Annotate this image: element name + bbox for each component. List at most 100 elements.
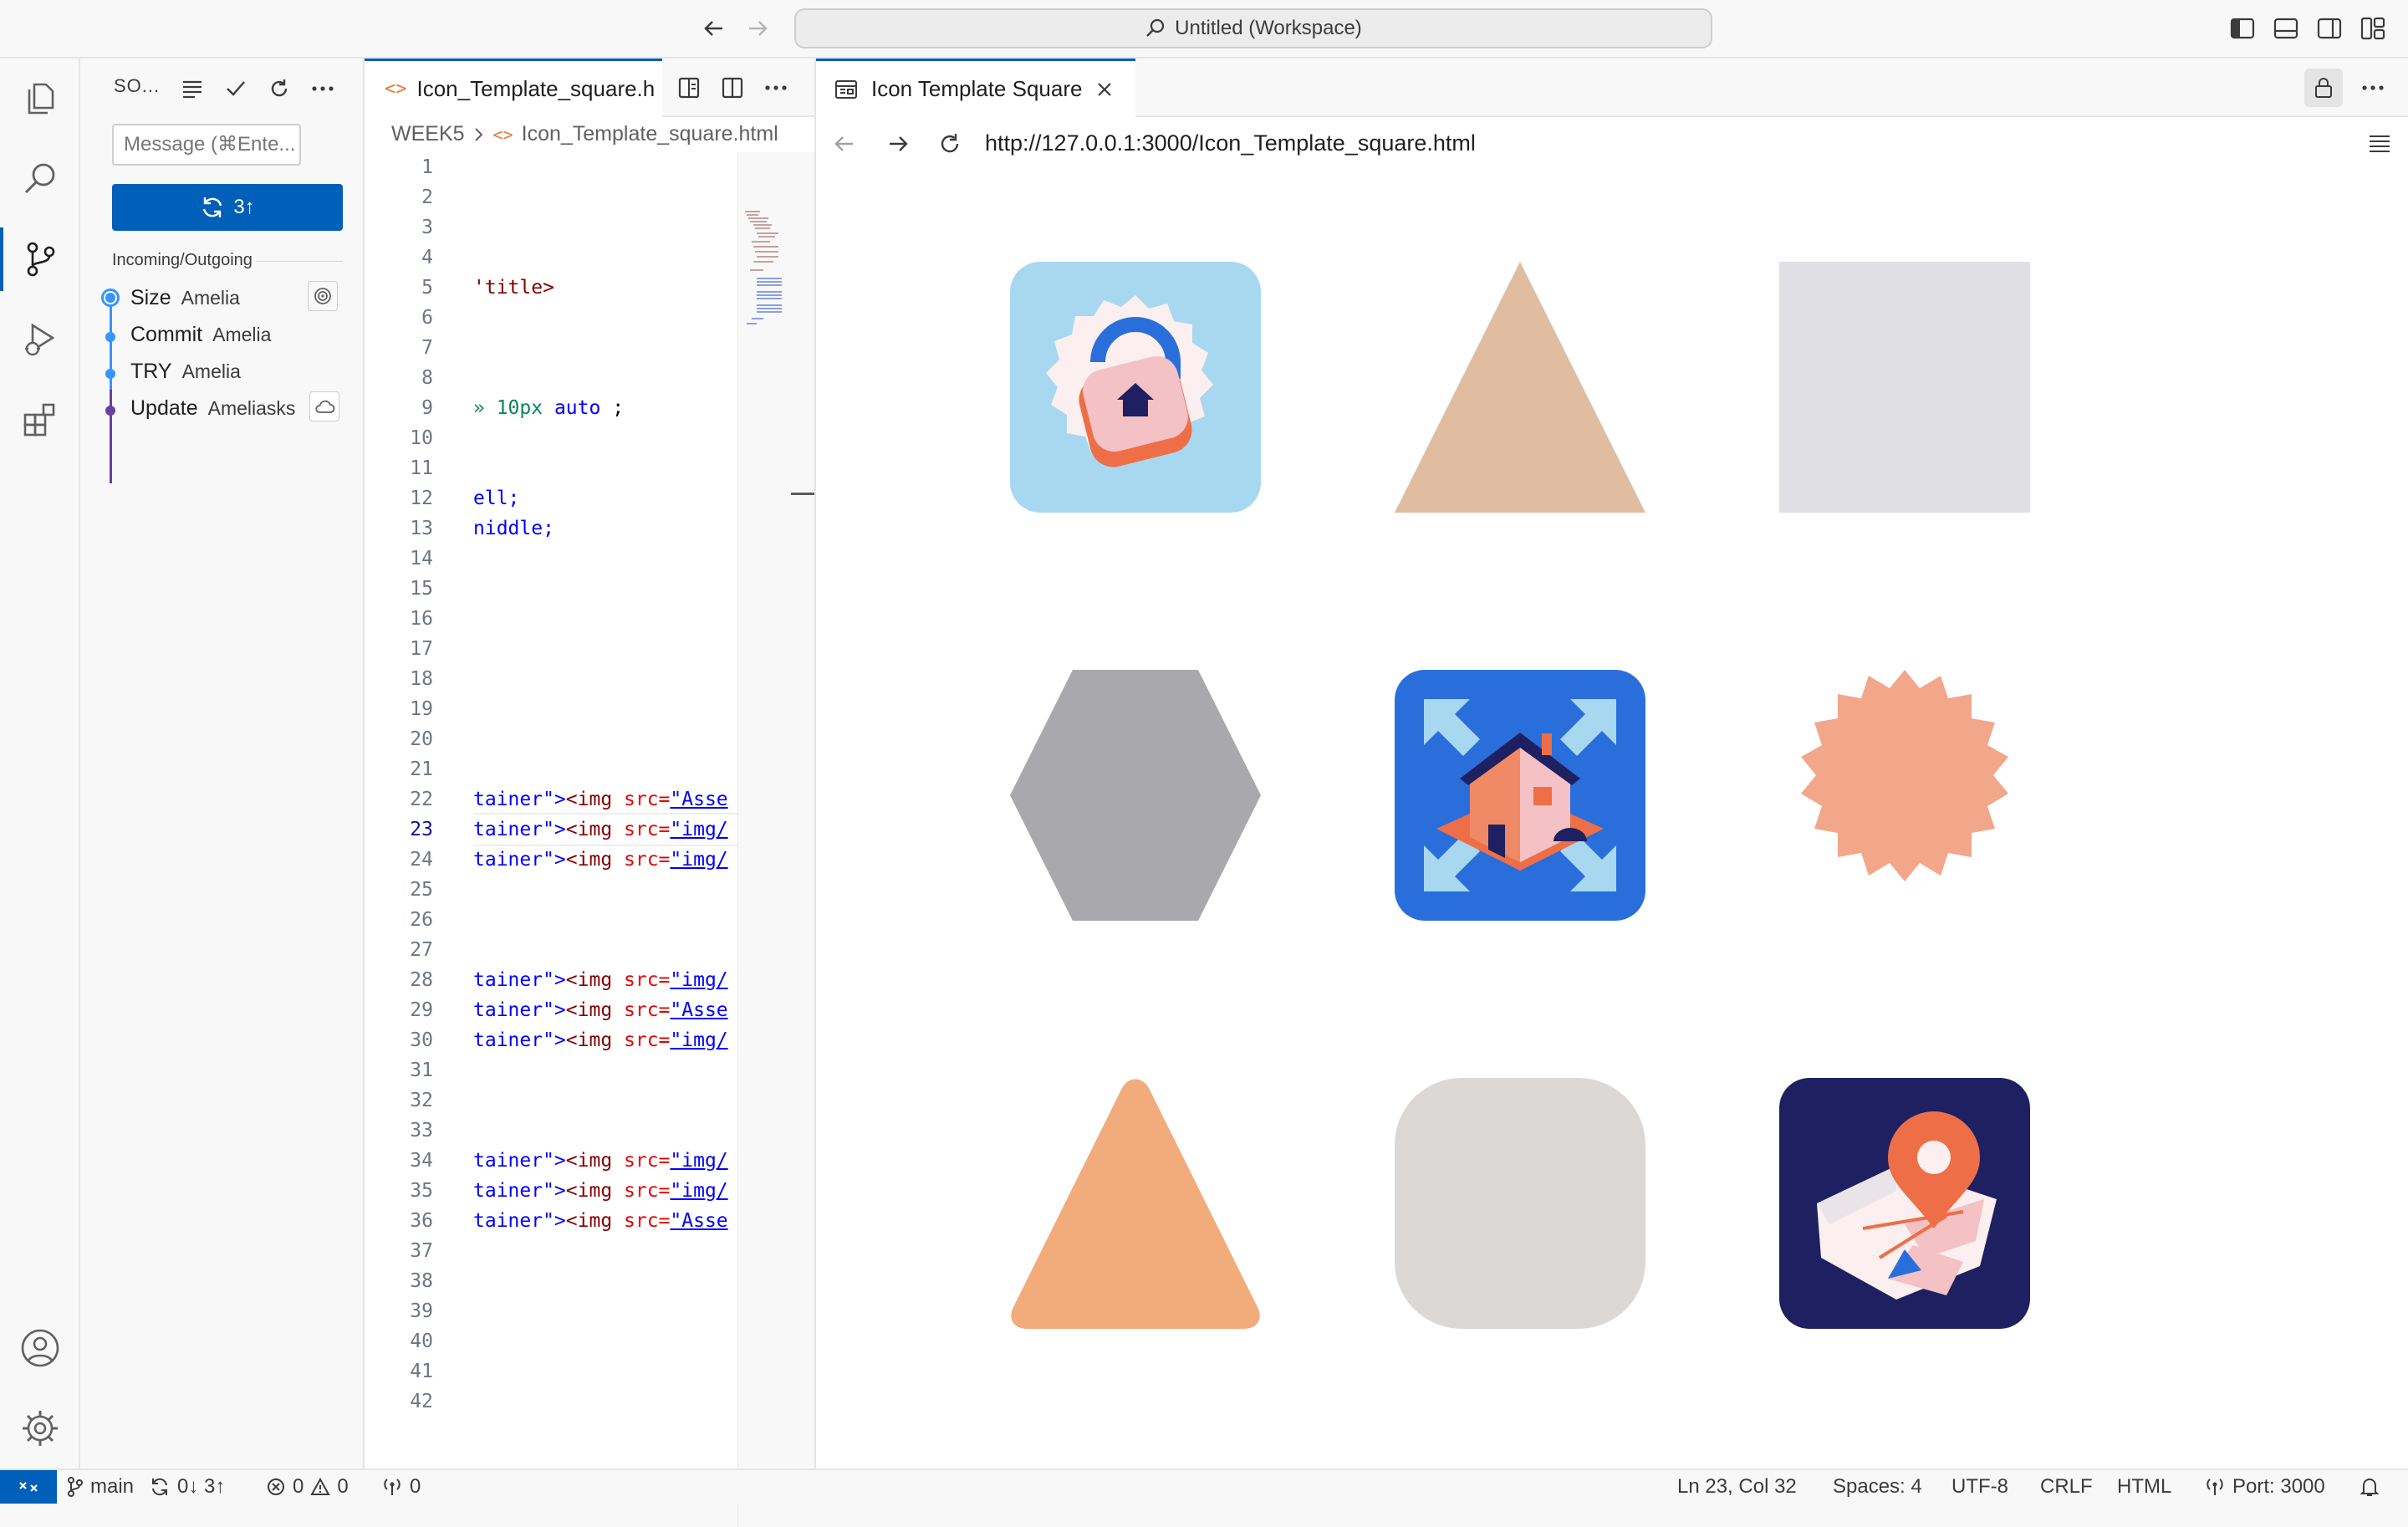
more-actions-icon[interactable] — [304, 70, 341, 107]
problems-indicator[interactable]: 0 0 — [266, 1470, 349, 1504]
more-actions-icon[interactable] — [2354, 69, 2391, 106]
browser-back-icon[interactable] — [826, 125, 863, 162]
open-preview-icon[interactable] — [671, 69, 707, 106]
line-number-gutter: 1 2 3 4 5 6 7 8 9 10 11 12 13 14 15 16 17 18 19 20 21 22 23 24 2… — [365, 152, 433, 1417]
forward-arrow-icon[interactable] — [739, 10, 776, 47]
toggle-panel-icon[interactable] — [2268, 10, 2304, 47]
end-of-line[interactable]: CRLF — [2040, 1470, 2093, 1504]
line-number: 19 — [410, 698, 433, 720]
commit-item[interactable]: Commit Amelia — [130, 316, 271, 353]
explorer-icon[interactable] — [0, 59, 80, 139]
line-number: 16 — [410, 608, 433, 630]
breadcrumb-file[interactable]: Icon_Template_square.html — [522, 122, 778, 146]
browser-preview: Icon Template Square http://127.0.0.1:30… — [814, 59, 2408, 1468]
line-number: 12 — [410, 488, 433, 509]
commit-item[interactable]: Update Ameliasks — [130, 390, 295, 426]
ports-indicator[interactable]: 0 — [381, 1470, 421, 1504]
browser-menu-icon[interactable] — [2361, 125, 2398, 162]
back-arrow-icon[interactable] — [696, 10, 732, 47]
indentation[interactable]: Spaces: 4 — [1833, 1470, 1922, 1504]
chevron-right-icon — [473, 126, 485, 143]
code-line: tainer"><img src="img/ — [473, 1180, 728, 1202]
customize-layout-icon[interactable] — [2354, 10, 2391, 47]
code-line: tainer"><img src="img/ — [473, 969, 728, 991]
browser-forward-icon[interactable] — [880, 125, 916, 162]
toggle-primary-sidebar-icon[interactable] — [2224, 10, 2261, 47]
port-label: Port: 3000 — [2232, 1475, 2325, 1498]
code-line: tainer"><img src="img/ — [473, 1029, 728, 1051]
commit-message: TRY — [130, 359, 172, 383]
live-server-port[interactable]: Port: 3000 — [2204, 1470, 2325, 1504]
commit-item[interactable]: TRY Amelia — [130, 353, 241, 390]
refresh-icon[interactable] — [261, 70, 298, 107]
target-badge-icon[interactable] — [308, 281, 338, 311]
git-branch-icon — [67, 1477, 84, 1497]
encoding[interactable]: UTF-8 — [1951, 1470, 2008, 1504]
line-number: 31 — [410, 1060, 433, 1081]
code-line: » 10px auto ; — [473, 397, 625, 419]
reload-icon[interactable] — [931, 125, 968, 162]
ports-count: 0 — [410, 1475, 421, 1498]
close-icon[interactable] — [1095, 80, 1114, 99]
source-control-panel: SO... Message (⌘Ente... 3↑ Incoming/Outg… — [80, 59, 365, 1468]
graph-node — [105, 406, 115, 416]
minimap[interactable] — [737, 152, 814, 1527]
branch-indicator[interactable]: main — [67, 1470, 134, 1504]
cursor-position[interactable]: Ln 23, Col 32 — [1677, 1470, 1797, 1504]
line-number: 27 — [410, 939, 433, 961]
commit-item[interactable]: Size Amelia — [130, 279, 240, 316]
source-control-icon[interactable] — [0, 219, 80, 299]
accounts-icon[interactable] — [0, 1308, 80, 1388]
run-and-debug-icon[interactable] — [0, 299, 80, 380]
breadcrumb-folder[interactable]: WEEK5 — [391, 122, 465, 146]
lock-group-icon[interactable] — [2304, 69, 2343, 107]
command-center[interactable]: Untitled (Workspace) — [794, 8, 1712, 49]
sync-changes-button[interactable]: 3↑ — [112, 184, 343, 231]
house-app-icon — [1395, 670, 1645, 921]
line-number: 34 — [410, 1150, 433, 1172]
code-line: tainer"><img src="img/ — [473, 849, 728, 871]
cloud-icon[interactable] — [309, 391, 339, 421]
line-number: 5 — [421, 277, 433, 299]
language-mode[interactable]: HTML — [2117, 1470, 2171, 1504]
remote-indicator[interactable] — [0, 1470, 57, 1504]
html-file-icon: <> — [385, 79, 407, 100]
toggle-secondary-sidebar-icon[interactable] — [2311, 10, 2348, 47]
scroll-position-marker — [791, 493, 814, 495]
manage-gear-icon[interactable] — [0, 1388, 80, 1468]
preview-tab[interactable]: Icon Template Square — [816, 59, 1135, 117]
code-area[interactable]: 'title> » 10px auto ; ell; niddle; taine… — [473, 152, 737, 1236]
starburst-shape — [1779, 670, 2030, 921]
commit-author: Ameliasks — [207, 396, 296, 419]
commit-message-input[interactable]: Message (⌘Ente... — [112, 124, 301, 166]
line-number: 24 — [410, 849, 433, 871]
view-as-list-icon[interactable] — [174, 70, 211, 107]
url-field[interactable]: http://127.0.0.1:3000/Icon_Template_squa… — [985, 130, 1476, 156]
hexagon-shape — [1010, 670, 1261, 921]
status-bar: main 0↓ 3↑ 0 0 0 Ln 23, Col 32 Spaces: 4… — [0, 1468, 2408, 1504]
extensions-icon[interactable] — [0, 380, 80, 460]
commit-message: Update — [130, 396, 198, 420]
line-number: 3 — [421, 217, 433, 238]
code-line: tainer"><img src="img/ — [473, 813, 737, 846]
panel-title: SO... — [114, 75, 161, 96]
line-number: 30 — [410, 1029, 433, 1051]
sync-indicator[interactable]: 0↓ 3↑ — [149, 1470, 225, 1504]
more-actions-icon[interactable] — [758, 69, 794, 106]
split-editor-icon[interactable] — [714, 69, 751, 106]
search-icon[interactable] — [0, 139, 80, 219]
editor-tab[interactable]: <> Icon_Template_square.h — [365, 59, 662, 117]
commit-check-icon[interactable] — [217, 70, 254, 107]
rounded-square-shape — [1395, 1078, 1645, 1329]
notifications-bell-icon[interactable] — [2360, 1470, 2380, 1504]
